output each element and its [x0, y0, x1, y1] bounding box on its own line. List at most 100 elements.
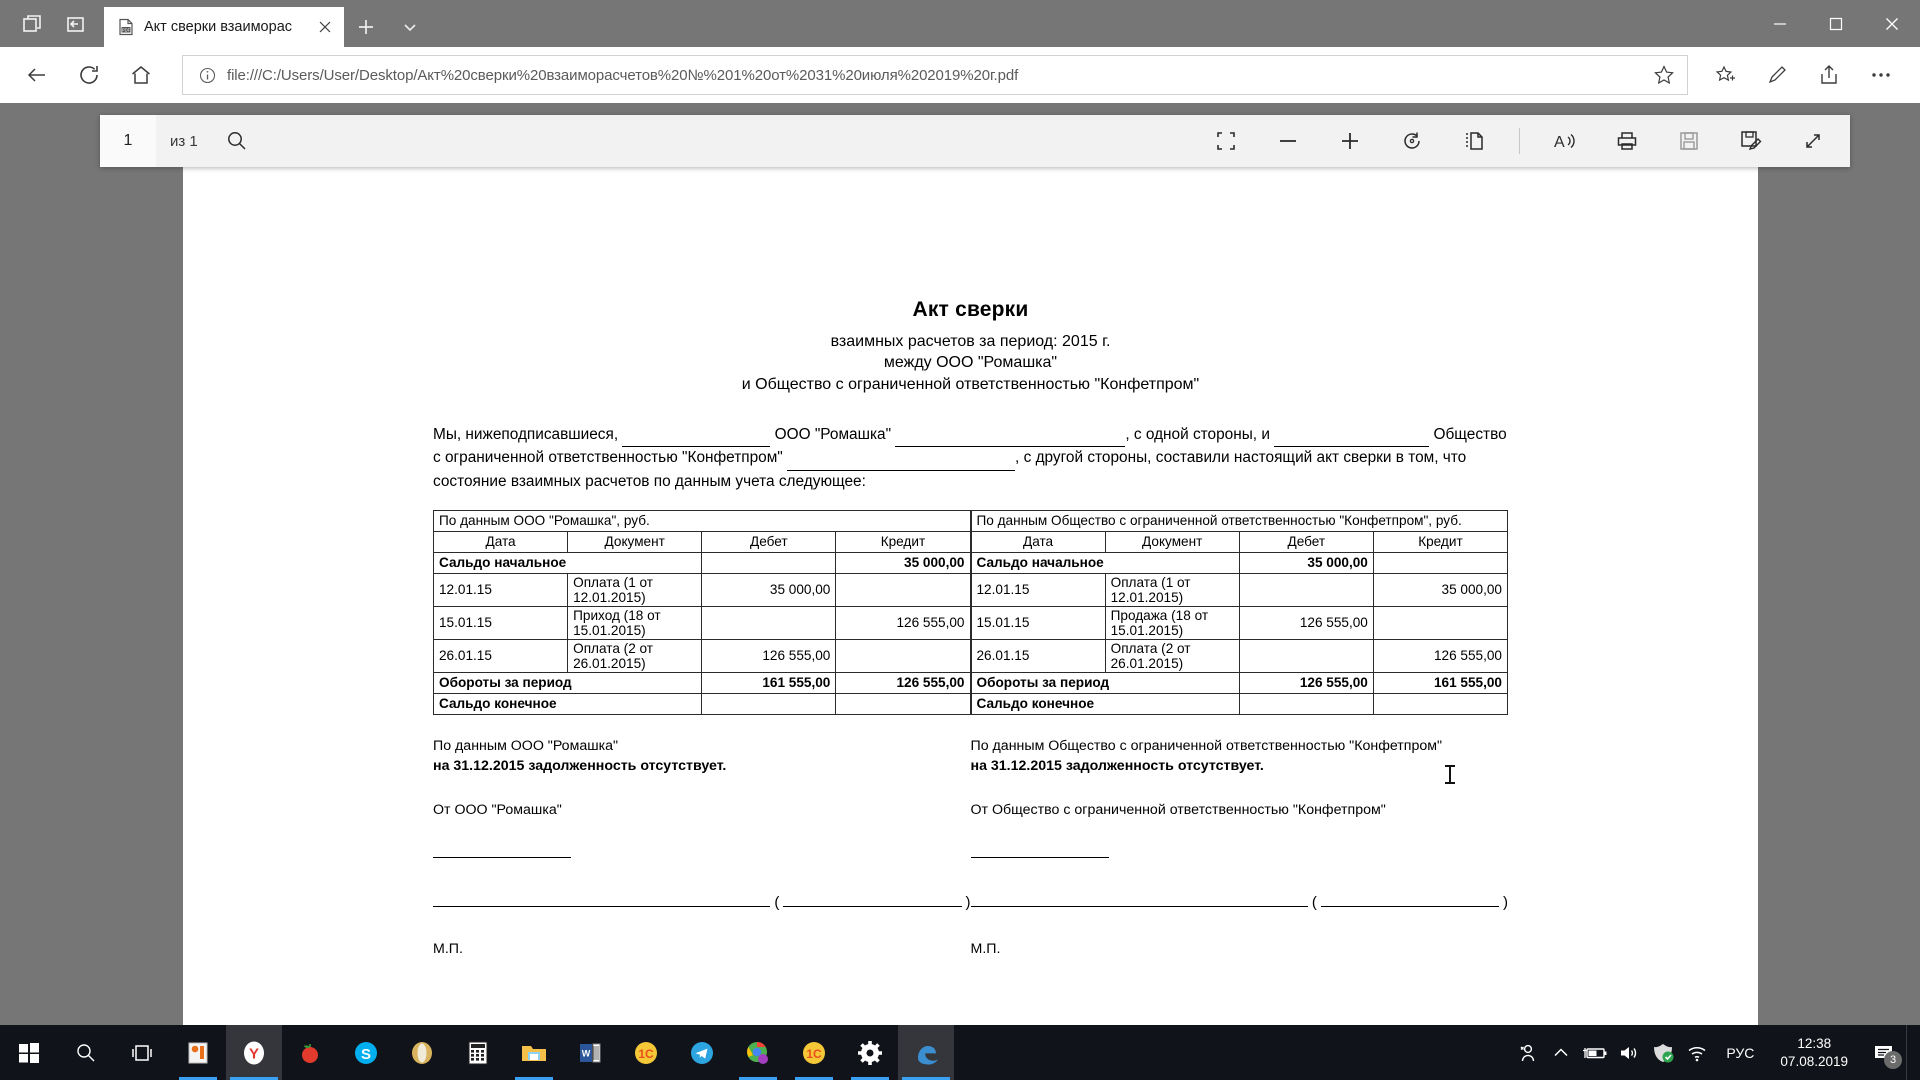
right-row-0-doc: Сальдо начальное [970, 551, 1240, 574]
tab-preview-icon[interactable] [10, 3, 54, 45]
show-desktop-button[interactable] [1906, 1025, 1916, 1080]
stamp-right: М.П. [970, 941, 1001, 958]
tab-close-icon[interactable] [312, 14, 338, 40]
left-table-header-row: Дата Документ Дебет Кредит [432, 530, 971, 553]
save-as-icon[interactable] [1728, 120, 1774, 162]
right-row-2-doc: Продажа (18 от 15.01.2015) [1104, 605, 1240, 640]
tab-title: Акт сверки взаиморас [144, 19, 293, 35]
address-bar[interactable]: file:///C:/Users/User/Desktop/Акт%20свер… [182, 55, 1688, 95]
zoom-in-icon[interactable] [1327, 120, 1373, 162]
left-row-1-credit [835, 572, 971, 607]
left-row-4-debit: 161 555,00 [701, 671, 837, 694]
paren-close-right: ) [1503, 894, 1508, 912]
task-view-icon[interactable] [114, 1025, 170, 1080]
page-count-label: из 1 [170, 132, 198, 150]
left-row-2-credit: 126 555,00 [835, 605, 971, 640]
back-arrow-icon[interactable] [12, 52, 62, 98]
paint-app-icon[interactable] [170, 1025, 226, 1080]
zoom-out-icon[interactable] [1265, 120, 1311, 162]
address-url-text: file:///C:/Users/User/Desktop/Акт%20свер… [227, 66, 1019, 84]
left-row-1-date: 12.01.15 [432, 572, 569, 607]
notes-pen-icon[interactable] [1752, 52, 1802, 98]
info-icon[interactable] [197, 65, 217, 85]
intro-paragraph: Мы, нижеподписавшиеся, ООО "Ромашка" , с… [433, 424, 1508, 494]
browser-tab[interactable]: PDF Акт сверки взаиморас [104, 7, 344, 47]
print-icon[interactable] [1604, 120, 1650, 162]
opera-icon[interactable] [394, 1025, 450, 1080]
close-icon[interactable] [1864, 0, 1920, 47]
right-row-4-doc: Обороты за период [970, 671, 1240, 694]
left-header-debit: Дебет [701, 530, 837, 553]
right-note-line-2: на 31.12.2015 задолженность отсутствует. [970, 757, 1264, 774]
maximize-icon[interactable] [1808, 0, 1864, 47]
navbar-right-buttons [1700, 52, 1908, 98]
home-icon[interactable] [116, 52, 166, 98]
signature-line-left-long [433, 906, 771, 908]
more-settings-icon[interactable] [1856, 52, 1906, 98]
left-row-2-debit [701, 605, 837, 640]
paren-open-right: ( [1311, 894, 1317, 912]
battery-charging-icon[interactable] [1578, 1025, 1612, 1080]
page-number-input[interactable] [100, 115, 156, 167]
notifications-icon[interactable]: 3 [1862, 1025, 1906, 1080]
security-shield-icon[interactable] [1646, 1025, 1680, 1080]
left-row-4-credit: 126 555,00 [835, 671, 971, 694]
right-row-1-doc: Оплата (1 от 12.01.2015) [1104, 572, 1240, 607]
refresh-icon[interactable] [64, 52, 114, 98]
reading-list-icon[interactable] [1700, 52, 1750, 98]
left-header-credit: Кредит [835, 530, 971, 553]
read-aloud-icon[interactable]: A [1542, 120, 1588, 162]
paren-open-left: ( [774, 894, 780, 912]
right-row-3-doc: Оплата (2 от 26.01.2015) [1104, 638, 1240, 673]
set-tabs-aside-icon[interactable] [54, 3, 98, 45]
page-view-icon[interactable] [1451, 120, 1497, 162]
browser-titlebar: PDF Акт сверки взаиморас [0, 0, 1920, 47]
telegram-icon[interactable] [674, 1025, 730, 1080]
1c-enterprise-icon[interactable]: 1C [618, 1025, 674, 1080]
minimize-icon[interactable] [1752, 0, 1808, 47]
left-header-document: Документ [567, 530, 703, 553]
right-balance-note: По данным Общество с ограниченной ответс… [971, 736, 1509, 776]
fullscreen-icon[interactable] [1790, 120, 1836, 162]
tab-dropdown-chevron-icon[interactable] [388, 7, 432, 47]
show-hidden-icons-icon[interactable] [1544, 1025, 1578, 1080]
yandex-browser-icon[interactable]: Y [226, 1025, 282, 1080]
tomato-timer-icon[interactable] [282, 1025, 338, 1080]
left-row-5-credit [835, 692, 971, 715]
left-row-0-doc: Сальдо начальное [432, 551, 703, 574]
settings-gear-icon[interactable] [842, 1025, 898, 1080]
save-icon[interactable] [1666, 120, 1712, 162]
favorite-star-icon[interactable] [1647, 58, 1681, 92]
file-explorer-icon[interactable] [506, 1025, 562, 1080]
browser-navigation-bar: file:///C:/Users/User/Desktop/Акт%20свер… [0, 47, 1920, 103]
share-icon[interactable] [1804, 52, 1854, 98]
right-note-line-1: По данным Общество с ограниченной ответс… [970, 737, 1443, 754]
svg-text:1C: 1C [638, 1047, 654, 1061]
right-header-debit: Дебет [1238, 530, 1374, 553]
left-row-3-date: 26.01.15 [432, 638, 569, 673]
fit-to-page-icon[interactable] [1203, 120, 1249, 162]
calculator-icon[interactable] [450, 1025, 506, 1080]
edge-browser-icon[interactable] [898, 1025, 954, 1080]
left-balance-note: По данным ООО "Ромашка" на 31.12.2015 за… [433, 736, 971, 776]
skype-icon[interactable]: S [338, 1025, 394, 1080]
word-icon[interactable]: W [562, 1025, 618, 1080]
rotate-icon[interactable] [1389, 120, 1435, 162]
blank-line-3 [1274, 424, 1430, 448]
search-icon[interactable] [58, 1025, 114, 1080]
intro-part-2: ООО "Ромашка" [774, 425, 892, 443]
left-row-4-doc: Обороты за период [432, 671, 703, 694]
language-indicator[interactable]: РУС [1714, 1045, 1766, 1061]
people-icon[interactable] [1510, 1025, 1544, 1080]
volume-icon[interactable] [1612, 1025, 1646, 1080]
1c-enterprise-icon-2[interactable]: 1C [786, 1025, 842, 1080]
windows-start-icon[interactable] [0, 1025, 58, 1080]
wifi-icon[interactable] [1680, 1025, 1714, 1080]
system-tray: РУС 12:38 07.08.2019 3 [1510, 1025, 1920, 1080]
search-icon[interactable] [214, 120, 260, 162]
pdf-toolbar: из 1 [100, 115, 1850, 167]
chrome-icon[interactable] [730, 1025, 786, 1080]
new-tab-button[interactable] [344, 7, 388, 47]
clock[interactable]: 12:38 07.08.2019 [1766, 1035, 1862, 1071]
table-row: 15.01.15 Приход (18 от 15.01.2015) 126 5… [432, 605, 971, 640]
